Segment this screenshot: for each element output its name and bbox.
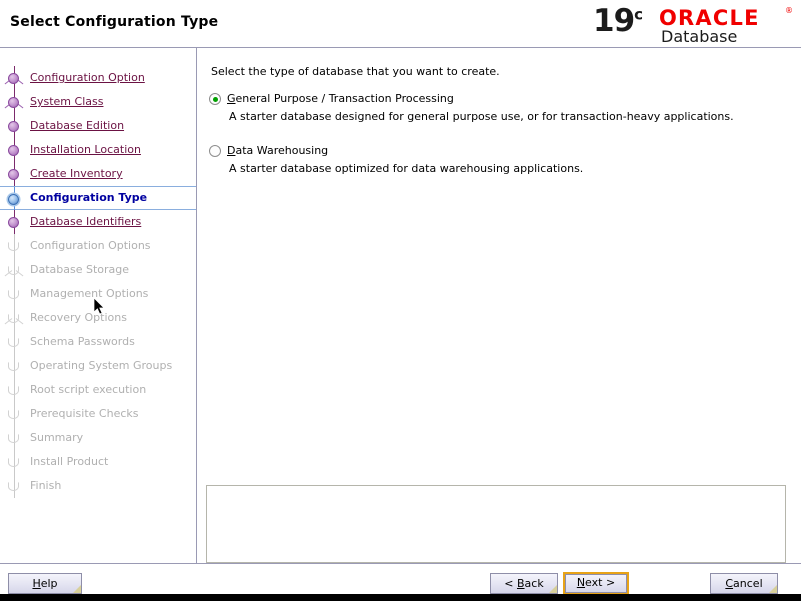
sidebar-item-database-identifiers[interactable]: Database Identifiers xyxy=(0,210,196,234)
next-button[interactable]: Next > xyxy=(563,572,629,595)
next-button-inner: Next > xyxy=(565,574,627,593)
sidebar-item-label: Configuration Type xyxy=(30,191,148,204)
radio-data-warehousing-label: Data Warehousing xyxy=(227,144,328,157)
sidebar-completed-step-icon xyxy=(8,217,19,228)
sidebar-item-label: Prerequisite Checks xyxy=(30,407,139,420)
sidebar-item-operating-system-groups: Operating System Groups xyxy=(0,354,196,378)
radio-general-purpose-description: A starter database designed for general … xyxy=(229,110,734,123)
content-intro-text: Select the type of database that you wan… xyxy=(211,65,500,78)
sidebar-item-label: Database Storage xyxy=(30,263,130,276)
radio-general-purpose-text: eneral Purpose / Transaction Processing xyxy=(235,92,454,105)
sidebar-item-recovery-options: Recovery Options xyxy=(0,306,196,330)
sidebar-pending-step-icon xyxy=(8,290,19,299)
sidebar-item-label: Summary xyxy=(30,431,84,444)
sidebar-item-label: Recovery Options xyxy=(30,311,127,324)
page-title: Select Configuration Type xyxy=(10,14,219,30)
cancel-button-text: ancel xyxy=(733,577,763,590)
help-button-mnemonic: H xyxy=(32,577,41,590)
radio-general-purpose-label: General Purpose / Transaction Processing xyxy=(227,92,454,105)
message-panel xyxy=(206,485,786,563)
sidebar-completed-step-icon xyxy=(8,169,19,180)
sidebar-item-system-class[interactable]: System Class xyxy=(0,90,196,114)
logo-product-text: Database xyxy=(661,27,738,46)
back-button-mnemonic: B xyxy=(517,577,525,590)
help-button[interactable]: Help xyxy=(8,573,82,594)
sidebar-item-installation-location[interactable]: Installation Location xyxy=(0,138,196,162)
sidebar-item-database-storage: Database Storage xyxy=(0,258,196,282)
sidebar-pending-step-icon xyxy=(8,338,19,347)
sidebar-item-label: Installation Location xyxy=(30,143,141,156)
sidebar-item-create-inventory[interactable]: Create Inventory xyxy=(0,162,196,186)
sidebar-item-label: System Class xyxy=(30,95,104,108)
sidebar-item-label: Operating System Groups xyxy=(30,359,173,372)
window-body: Configuration Option System Class Database… xyxy=(0,48,801,563)
sidebar-pending-step-icon xyxy=(8,242,19,251)
sidebar-pending-step-icon xyxy=(8,314,19,323)
radio-data-warehousing-indicator[interactable] xyxy=(209,145,221,157)
next-button-text: ext > xyxy=(585,576,616,589)
cancel-button-mnemonic: C xyxy=(725,577,734,590)
sidebar-item-prerequisite-checks: Prerequisite Checks xyxy=(0,402,196,426)
sidebar-item-label: Install Product xyxy=(30,455,109,468)
content-pane: Select the type of database that you wan… xyxy=(197,48,801,563)
cancel-button[interactable]: Cancel xyxy=(710,573,778,594)
sidebar-pending-step-icon xyxy=(8,458,19,467)
back-button-text: ack xyxy=(524,577,544,590)
radio-general-purpose-mnemonic: G xyxy=(227,92,236,105)
radio-data-warehousing-text: ata Warehousing xyxy=(235,144,329,157)
sidebar-pending-step-icon xyxy=(8,482,19,491)
back-button[interactable]: < Back xyxy=(490,573,558,594)
sidebar-navigation: Configuration Option System Class Database… xyxy=(0,48,196,563)
logo-version: 19c xyxy=(593,3,643,39)
cancel-button-corner-icon xyxy=(769,585,777,593)
sidebar-item-label: Configuration Options xyxy=(30,239,151,252)
sidebar-item-label: Finish xyxy=(30,479,62,492)
sidebar-completed-step-icon xyxy=(8,145,19,156)
sidebar-item-root-script-execution: Root script execution xyxy=(0,378,196,402)
sidebar-item-label: Configuration Option xyxy=(30,71,145,84)
sidebar-completed-step-icon xyxy=(8,73,19,84)
window-header: Select Configuration Type 19c ORACLE ® D… xyxy=(0,0,801,48)
sidebar-item-label: Schema Passwords xyxy=(30,335,135,348)
window-bottom-strip xyxy=(0,594,801,601)
sidebar-item-label: Database Identifiers xyxy=(30,215,142,228)
sidebar-pending-step-icon xyxy=(8,434,19,443)
sidebar-item-configuration-options: Configuration Options xyxy=(0,234,196,258)
oracle-logo: 19c ORACLE ® Database xyxy=(593,2,793,46)
sidebar-item-label: Management Options xyxy=(30,287,149,300)
sidebar-item-label: Root script execution xyxy=(30,383,147,396)
back-button-prefix: < xyxy=(504,577,517,590)
sidebar-item-configuration-type[interactable]: Configuration Type xyxy=(0,186,196,211)
help-button-corner-icon xyxy=(73,585,81,593)
radio-data-warehousing-description: A starter database optimized for data wa… xyxy=(229,162,584,175)
next-button-mnemonic: N xyxy=(576,576,586,589)
help-button-text: elp xyxy=(40,577,58,590)
sidebar-item-summary: Summary xyxy=(0,426,196,450)
sidebar-completed-step-icon xyxy=(8,97,19,108)
sidebar-current-step-icon xyxy=(8,194,19,205)
sidebar-pending-step-icon xyxy=(8,386,19,395)
oracle-installer-window: Select Configuration Type 19c ORACLE ® D… xyxy=(0,0,801,601)
sidebar-item-schema-passwords: Schema Passwords xyxy=(0,330,196,354)
registered-mark-icon: ® xyxy=(785,6,793,15)
sidebar-pending-step-icon xyxy=(8,266,19,275)
back-button-corner-icon xyxy=(549,585,557,593)
sidebar-item-label: Create Inventory xyxy=(30,167,123,180)
sidebar-pending-step-icon xyxy=(8,410,19,419)
sidebar-item-management-options: Management Options xyxy=(0,282,196,306)
sidebar-item-install-product: Install Product xyxy=(0,450,196,474)
sidebar-pending-step-icon xyxy=(8,362,19,371)
footer-divider xyxy=(0,563,801,564)
sidebar-item-finish: Finish xyxy=(0,474,196,498)
logo-version-suffix: c xyxy=(634,5,644,24)
sidebar-item-database-edition[interactable]: Database Edition xyxy=(0,114,196,138)
radio-general-purpose-indicator[interactable] xyxy=(209,93,221,105)
sidebar-item-configuration-option[interactable]: Configuration Option xyxy=(0,66,196,90)
sidebar-item-label: Database Edition xyxy=(30,119,125,132)
logo-version-number: 19 xyxy=(593,3,635,39)
sidebar-completed-step-icon xyxy=(8,121,19,132)
